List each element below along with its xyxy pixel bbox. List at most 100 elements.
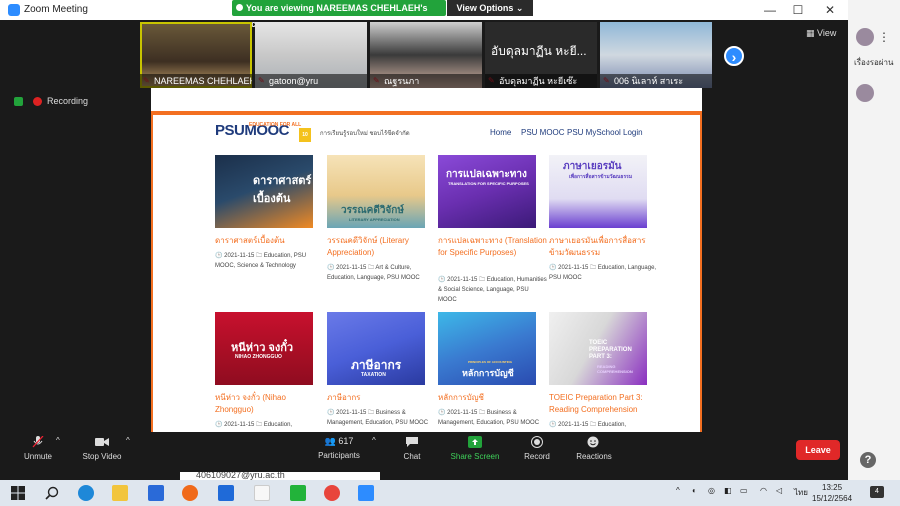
audio-options-chevron-icon[interactable]: ^ <box>56 436 60 445</box>
course-title[interactable]: วรรณคดีวิจักษ์ (Literary Appreciation) <box>327 235 437 259</box>
course-image[interactable]: ภาษีอากร TAXATION <box>327 312 425 385</box>
view-button[interactable]: ▦ View <box>806 28 836 39</box>
tray-app-icon[interactable]: ◎ <box>708 486 715 495</box>
dropbox-icon[interactable] <box>218 485 234 501</box>
share-screen-label: Share Screen <box>450 452 500 461</box>
nav-psu-myschool[interactable]: PSU MySchool <box>567 128 621 137</box>
chat-button[interactable]: Chat <box>400 436 424 461</box>
participant-video[interactable]: ✎ NAREEMAS CHEHLAEH <box>140 22 252 88</box>
language-indicator[interactable]: ไทย <box>794 486 808 499</box>
file-explorer-icon[interactable] <box>112 485 128 501</box>
participants-chevron-icon[interactable]: ^ <box>372 436 376 445</box>
mic-off-icon <box>32 436 44 448</box>
participant-name: ณฐรนภา <box>370 74 482 88</box>
course-meta: 🕒 2021-11-15 🗀 Education, PSU MOOC, Scie… <box>215 253 307 269</box>
close-button[interactable]: ✕ <box>822 2 838 18</box>
tray-app-icon[interactable]: ◧ <box>724 486 732 495</box>
course-meta: 🕒 2021-11-15 🗀 Education, <box>215 422 293 428</box>
reactions-label: Reactions <box>576 452 612 461</box>
more-icon[interactable]: ⋮ <box>878 30 890 44</box>
record-button[interactable]: Record <box>522 436 552 461</box>
course-title[interactable]: หนีห่าว จงกั๋ว (Nihao Zhongguo) <box>215 392 325 416</box>
maximize-button[interactable]: ☐ <box>790 2 806 18</box>
share-screen-button[interactable]: Share Screen <box>448 436 502 461</box>
course-title[interactable]: การแปลเฉพาะทาง (Translation for Specific… <box>438 235 548 259</box>
minimize-button[interactable]: — <box>762 2 778 18</box>
chat-label: Chat <box>403 452 421 461</box>
line-app-icon[interactable] <box>290 485 306 501</box>
amazon-icon[interactable] <box>254 485 270 501</box>
course-image[interactable]: ภาษาเยอรมัน เพื่อการสื่อสารข้ามวัฒนธรรม <box>549 155 647 228</box>
course-image[interactable]: TOEIC PREPARATION PART 3: READING COMPRE… <box>549 312 647 385</box>
course-title[interactable]: ภาษีอากร <box>327 392 437 404</box>
participant-video[interactable]: ✎ gatoon@yru <box>255 22 367 88</box>
course-title[interactable]: ดาราศาสตร์เบื้องต้น <box>215 235 325 247</box>
nav-login[interactable]: Login <box>623 128 643 137</box>
search-icon[interactable] <box>44 485 60 501</box>
logo-psu: PSU <box>215 122 245 139</box>
background-panel: ⋮ เรื่องรอผ่าน ? <box>848 0 900 480</box>
participant-name: gatoon@yru <box>255 74 367 88</box>
course-meta: 🕒 2021-11-15 🗀 Art & Culture, Education,… <box>327 265 420 281</box>
wifi-icon[interactable]: ◠ <box>760 486 767 495</box>
stop-video-label: Stop Video <box>82 452 122 461</box>
meeting-toolbar: Unmute ^ Stop Video ^ 👥 617 Participants… <box>0 432 848 472</box>
zoom-logo-icon <box>8 4 20 16</box>
chat-icon <box>406 437 418 447</box>
course-image[interactable]: ดาราศาสตร์เบื้องต้น <box>215 155 313 228</box>
course-title[interactable]: หลักการบัญชี <box>438 392 548 404</box>
participant-big-name: อับดุลมาฏีน หะยี... <box>491 44 587 58</box>
course-image-subtitle: TAXATION <box>361 372 386 378</box>
course-title[interactable]: TOEIC Preparation Part 3: Reading Compre… <box>549 392 659 416</box>
tray-chevron-icon[interactable]: ^ <box>676 486 680 495</box>
share-indicator-icon <box>236 4 243 11</box>
battery-icon[interactable]: ▭ <box>740 486 748 495</box>
course-meta: 🕒 2021-11-15 🗀 Education, Humanities & S… <box>438 277 547 303</box>
avatar <box>856 28 874 46</box>
zoom-app-icon[interactable] <box>358 485 374 501</box>
participant-video[interactable]: ✎ ณฐรนภา <box>370 22 482 88</box>
reactions-button[interactable]: Reactions <box>574 436 614 461</box>
shared-screen[interactable]: PSUMOOC EDUCATION FOR ALL 10 การเรียนรู้… <box>151 88 702 432</box>
left-border <box>151 115 153 432</box>
nav-psu-mooc[interactable]: PSU MOOC <box>521 128 565 137</box>
participant-video[interactable]: อับดุลมาฏีน หะยี... ✎ อับดุลมาฏีน หะยีเซ… <box>485 22 597 88</box>
page-accent-bar <box>151 111 702 115</box>
volume-icon[interactable]: ◁ <box>776 486 782 495</box>
clock[interactable]: 13:25 15/12/2564 <box>812 482 852 504</box>
firefox-icon[interactable] <box>182 485 198 501</box>
edge-browser-icon[interactable] <box>78 485 94 501</box>
participants-button[interactable]: 👥 617 Participants <box>314 436 364 460</box>
participant-video[interactable]: ✎ 006 นิเลาห์ สาเระ <box>600 22 712 88</box>
stop-video-button[interactable]: Stop Video <box>80 436 124 461</box>
windows-start-icon[interactable] <box>10 485 26 501</box>
video-options-chevron-icon[interactable]: ^ <box>126 436 130 445</box>
course-image-title: ดาราศาสตร์เบื้องต้น <box>253 175 312 205</box>
course-image-subtitle: LITERARY APPRECIATION <box>349 217 400 222</box>
course-image[interactable]: หนีห่าว จงกั๋ว NIHAO ZHONGGUO <box>215 312 313 385</box>
recording-indicator[interactable]: Recording <box>14 96 88 107</box>
view-label: View <box>817 28 837 38</box>
mail-icon[interactable] <box>148 485 164 501</box>
leave-button[interactable]: Leave <box>796 440 840 460</box>
unmute-button[interactable]: Unmute <box>20 436 56 461</box>
tray-app-icon[interactable]: ◐ <box>692 486 697 495</box>
participant-name: 006 นิเลาห์ สาเระ <box>600 74 712 88</box>
course-meta: 🕒 2021-11-15 🗀 Education, Language, PSU … <box>549 265 657 281</box>
windows-taskbar: ^ ◐ ◎ ◧ ▭ ◠ ◁ ไทย 13:25 15/12/2564 4 <box>0 480 900 506</box>
course-image[interactable]: หลักการบัญชี PRINCIPLES OF ACCOUNTING <box>438 312 536 385</box>
chrome-icon[interactable] <box>324 485 340 501</box>
logo-subtitle: การเรียนรู้รอบใหม่ ชอบไร้ขีดจำกัด <box>320 131 410 137</box>
nav-home[interactable]: Home <box>490 128 511 137</box>
course-image[interactable]: การแปลเฉพาะทาง TRANSLATION FOR SPECIFIC … <box>438 155 536 228</box>
course-image[interactable]: วรรณคดีวิจักษ์ LITERARY APPRECIATION <box>327 155 425 228</box>
notification-icon[interactable]: 4 <box>870 486 884 498</box>
view-options-button[interactable]: View Options ⌄ <box>447 0 533 16</box>
course-image-title: การแปลเฉพาะทาง <box>446 169 527 180</box>
course-title[interactable]: ภาษาเยอรมันเพื่อการสื่อสารข้ามวัฒนธรรม <box>549 235 659 259</box>
next-page-button[interactable]: › <box>724 46 744 66</box>
course-image-subtitle: TRANSLATION FOR SPECIFIC PURPOSES <box>448 181 529 186</box>
course-image-subtitle: NIHAO ZHONGGUO <box>235 354 282 360</box>
background-text: เรื่องรอผ่าน <box>854 58 894 67</box>
help-icon[interactable]: ? <box>860 452 876 468</box>
